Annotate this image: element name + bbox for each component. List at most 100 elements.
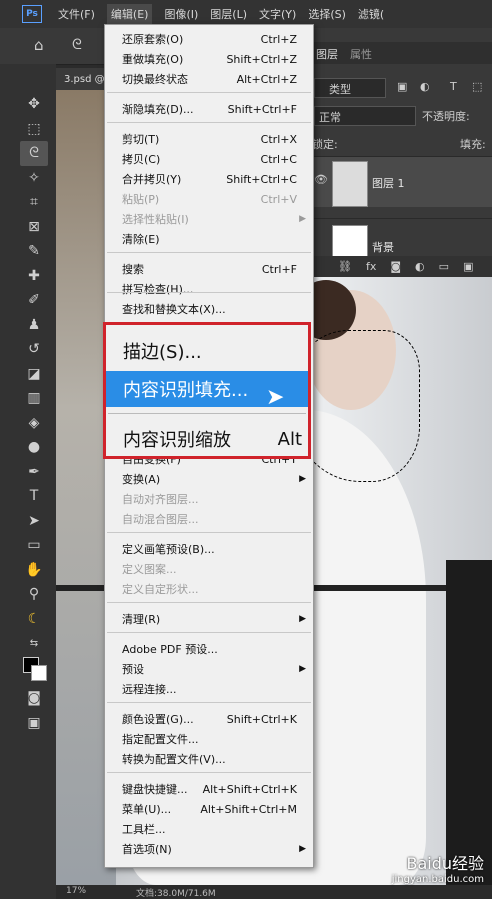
menu-item-shortcut: Shift+Ctrl+C: [226, 172, 297, 186]
edit-menu-item[interactable]: 查找和替换文本(X)...: [105, 299, 313, 319]
edit-menu-item[interactable]: 清除(E): [105, 229, 313, 249]
menu-item-label: 转换为配置文件(V)...: [122, 753, 226, 766]
gradient-tool-icon[interactable]: ▥: [20, 386, 48, 411]
dodge-tool-icon[interactable]: ●: [20, 435, 48, 460]
zoom-level[interactable]: 17%: [66, 886, 86, 896]
menu-item-shortcut: Ctrl+F: [261, 262, 297, 276]
history-brush-tool-icon[interactable]: ↺: [20, 337, 48, 362]
lasso-options-icon[interactable]: ᘓ: [72, 37, 82, 53]
type-tool-icon[interactable]: T: [20, 484, 48, 509]
lasso-tool-icon[interactable]: ᘓ: [20, 141, 48, 166]
edit-menu-item[interactable]: 变换(A) ▶: [105, 469, 313, 489]
frame-tool-icon[interactable]: ⊠: [20, 215, 48, 240]
menu-separator: [107, 702, 311, 703]
menu-item-shortcut: Alt+Ctrl+Z: [236, 72, 297, 86]
quick-mask-icon[interactable]: ◙: [20, 686, 48, 711]
edit-menu-item[interactable]: 重做填充(O) Shift+Ctrl+Z: [105, 49, 313, 69]
crop-tool-icon[interactable]: ⌗: [20, 190, 48, 215]
menu-file[interactable]: 文件(F): [58, 6, 95, 22]
filter-adjust-icon[interactable]: ◐: [420, 80, 430, 93]
eyedropper-tool-icon[interactable]: ✎: [20, 239, 48, 264]
menu-item-label: 键盘快捷键...: [122, 783, 188, 796]
edit-menu-item[interactable]: 预设 ▶: [105, 659, 313, 679]
edit-menu-item[interactable]: 搜索 Ctrl+F: [105, 259, 313, 279]
link-layers-icon[interactable]: ⛓: [338, 260, 352, 273]
edit-menu-item[interactable]: 远程连接...: [105, 679, 313, 699]
color-swatches[interactable]: [20, 656, 48, 681]
edit-menu-item[interactable]: 拼写检查(H)...: [105, 279, 313, 299]
layer-row-1[interactable]: 👁 图层 1: [312, 156, 492, 207]
pen-tool-icon[interactable]: ✒: [20, 460, 48, 485]
edit-menu-item[interactable]: 键盘快捷键... Alt+Shift+Ctrl+K: [105, 779, 313, 799]
edit-menu-item[interactable]: Adobe PDF 预设...: [105, 639, 313, 659]
filter-image-icon[interactable]: ▣: [397, 80, 407, 93]
edit-menu-item[interactable]: 首选项(N) ▶: [105, 839, 313, 859]
stamp-tool-icon[interactable]: ♟: [20, 313, 48, 338]
filter-shape-icon[interactable]: ⬚: [472, 80, 482, 93]
filter-type-icon[interactable]: T: [450, 80, 457, 93]
layer-filter-select[interactable]: 类型: [329, 81, 351, 97]
move-tool-icon[interactable]: ✥: [20, 92, 48, 117]
menu-item-shortcut: Shift+Ctrl+Z: [226, 52, 297, 66]
brush-tool-icon[interactable]: ✐: [20, 288, 48, 313]
mask-icon[interactable]: ◙: [390, 260, 401, 273]
blend-mode-select[interactable]: 正常: [319, 109, 341, 125]
submenu-arrow-icon: ▶: [299, 664, 306, 674]
healing-brush-tool-icon[interactable]: ✚: [20, 264, 48, 289]
menu-edit[interactable]: 编辑(E): [106, 4, 153, 24]
layers-tab[interactable]: 图层: [316, 46, 338, 62]
group-icon[interactable]: ▭: [439, 260, 449, 273]
menu-filter[interactable]: 滤镜(: [358, 6, 384, 22]
swap-colors-icon[interactable]: ⇆: [20, 631, 48, 656]
edit-menu-item[interactable]: 剪切(T) Ctrl+X: [105, 129, 313, 149]
watermark-brand: Baidu经验: [406, 854, 484, 873]
layer-thumbnail: [332, 161, 368, 207]
menu-separator: [107, 602, 311, 603]
edit-menu-item[interactable]: 清理(R) ▶: [105, 609, 313, 629]
rectangle-tool-icon[interactable]: ▭: [20, 533, 48, 558]
eraser-tool-icon[interactable]: ◪: [20, 362, 48, 387]
edit-menu-item[interactable]: 定义画笔预设(B)...: [105, 539, 313, 559]
edit-menu-item[interactable]: 工具栏...: [105, 819, 313, 839]
properties-tab[interactable]: 属性: [350, 46, 372, 62]
home-icon[interactable]: ⌂: [34, 36, 44, 54]
menu-item-label: 拷贝(C): [122, 153, 161, 166]
edit-menu-item[interactable]: 菜单(U)... Alt+Shift+Ctrl+M: [105, 799, 313, 819]
visibility-eye-icon[interactable]: 👁: [314, 173, 328, 186]
menu-item-content-aware-fill[interactable]: 内容识别填充... ➤: [106, 371, 308, 410]
menu-item-stroke[interactable]: 描边(S)...: [106, 333, 308, 369]
screen-mode-icon[interactable]: ▣: [20, 711, 48, 736]
menu-item-label: 渐隐填充(D)...: [122, 103, 194, 116]
menu-select[interactable]: 选择(S): [308, 6, 346, 22]
menu-layer[interactable]: 图层(L): [210, 6, 247, 22]
edit-menu-item[interactable]: 指定配置文件...: [105, 729, 313, 749]
menu-image[interactable]: 图像(I): [164, 6, 198, 22]
edit-menu-item[interactable]: 切换最终状态 Alt+Ctrl+Z: [105, 69, 313, 89]
menu-item-content-aware-scale[interactable]: 内容识别缩放 Alt: [106, 421, 308, 457]
fx-icon[interactable]: fx: [366, 260, 376, 273]
edit-menu-item[interactable]: 颜色设置(G)... Shift+Ctrl+K: [105, 709, 313, 729]
banana-icon[interactable]: ☾: [20, 607, 48, 632]
fill-label: 填充:: [460, 138, 486, 151]
marquee-tool-icon[interactable]: ⬚: [20, 117, 48, 142]
blur-tool-icon[interactable]: ◈: [20, 411, 48, 436]
new-layer-icon[interactable]: ▣: [463, 260, 473, 273]
submenu-arrow-icon: ▶: [299, 844, 306, 854]
hand-tool-icon[interactable]: ✋: [20, 558, 48, 583]
edit-menu-item[interactable]: 还原套索(O) Ctrl+Z: [105, 29, 313, 49]
edit-menu-item[interactable]: 渐隐填充(D)... Shift+Ctrl+F: [105, 99, 313, 119]
magic-wand-tool-icon[interactable]: ✧: [20, 166, 48, 191]
adjustment-layer-icon[interactable]: ◐: [415, 260, 425, 273]
edit-menu-item[interactable]: 拷贝(C) Ctrl+C: [105, 149, 313, 169]
menu-item-shortcut: Ctrl+X: [260, 132, 297, 146]
menu-type[interactable]: 文字(Y): [259, 6, 296, 22]
menu-item-label: 粘贴(P): [122, 193, 160, 206]
edit-menu-item[interactable]: 转换为配置文件(V)...: [105, 749, 313, 769]
mouse-cursor-icon: ➤: [266, 385, 285, 410]
menu-item-label: 搜索: [122, 263, 144, 276]
path-selection-tool-icon[interactable]: ➤: [20, 509, 48, 534]
edit-menu-item[interactable]: 合并拷贝(Y) Shift+Ctrl+C: [105, 169, 313, 189]
zoom-tool-icon[interactable]: ⚲: [20, 582, 48, 607]
menu-separator: [107, 532, 311, 533]
document-info[interactable]: 文档:38.0M/71.6M: [136, 886, 216, 899]
